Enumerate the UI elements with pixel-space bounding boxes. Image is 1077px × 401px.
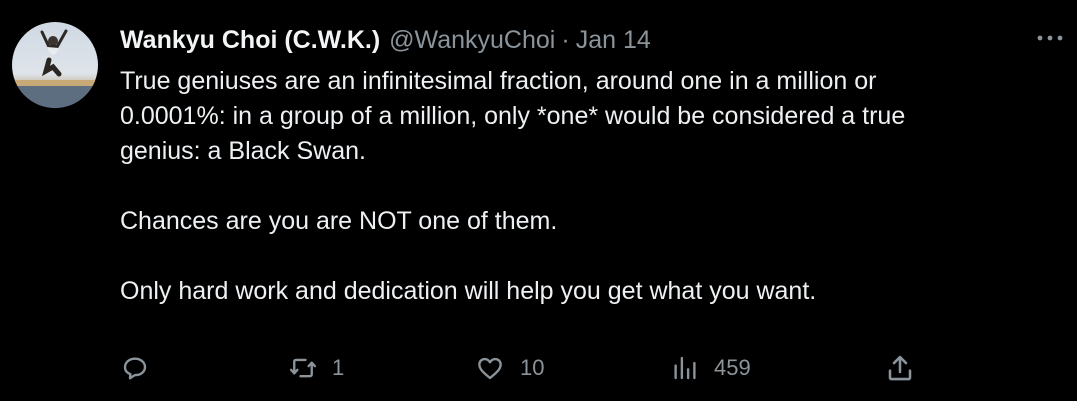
retweet-button[interactable]: 1 [288, 348, 344, 388]
avatar-photo [12, 29, 98, 108]
cropped-next-tweet-fragment [270, 394, 740, 401]
avatar[interactable] [12, 22, 98, 108]
tweet-paragraph-3: Only hard work and dedication will help … [120, 277, 817, 305]
tweet-header: Wankyu Choi (C.W.K.) @WankyuChoi · Jan 1… [120, 24, 651, 56]
reply-button[interactable] [120, 348, 150, 388]
tweet-paragraph-2: Chances are you are NOT one of them. [120, 207, 558, 235]
retweet-icon [289, 358, 317, 378]
author-handle[interactable]: @WankyuChoi [389, 26, 555, 55]
like-button[interactable]: 10 [474, 348, 544, 388]
more-options-button[interactable] [1033, 28, 1067, 48]
tweet-text: True geniuses are an infinitesimal fract… [120, 64, 1040, 309]
views-count: 459 [714, 355, 751, 380]
reply-icon [123, 357, 147, 380]
separator-dot: · [561, 25, 570, 54]
tweet-text-line-2: 0.0001%: in a group of a million, only *… [120, 102, 906, 130]
tweet-date[interactable]: Jan 14 [576, 26, 651, 55]
tweet-text-line-3: genius: a Black Swan. [120, 137, 366, 165]
views-button[interactable]: 459 [670, 348, 751, 388]
ellipsis-icon [1037, 35, 1063, 41]
tweet-text-line-1: True geniuses are an infinitesimal fract… [120, 67, 877, 95]
tweet[interactable]: Wankyu Choi (C.W.K.) @WankyuChoi · Jan 1… [0, 0, 1077, 401]
author-name[interactable]: Wankyu Choi (C.W.K.) [120, 26, 380, 55]
share-button[interactable] [884, 348, 916, 388]
like-count: 10 [520, 355, 545, 380]
action-bar: 1 10 459 [120, 348, 940, 388]
views-chart-icon [674, 356, 696, 380]
heart-icon [478, 357, 502, 380]
retweet-count: 1 [332, 355, 345, 380]
share-icon [888, 355, 912, 381]
